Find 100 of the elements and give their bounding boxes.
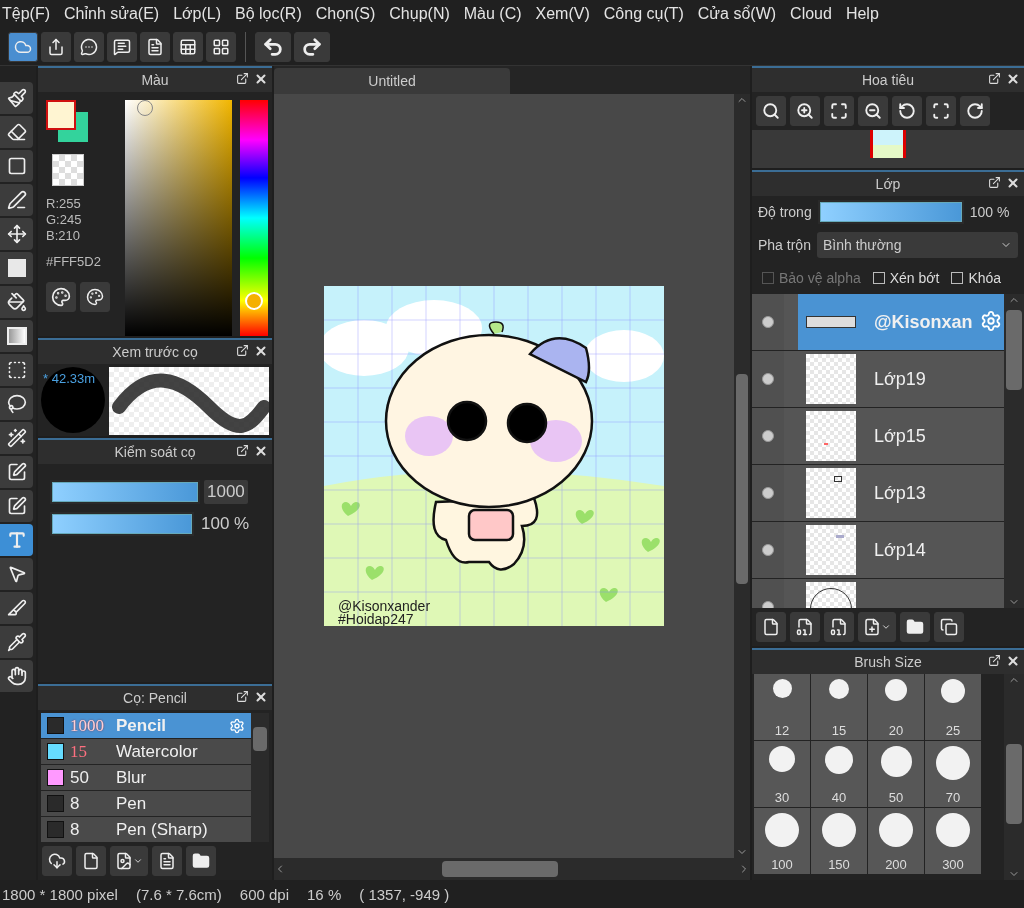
tool-button[interactable]: [0, 320, 33, 352]
brush-list-item[interactable]: 8 Pen: [41, 791, 251, 816]
tool-button[interactable]: [0, 150, 33, 182]
redo-button[interactable]: [294, 31, 330, 62]
1bit-layer-button[interactable]: [824, 612, 854, 642]
toolbar-button[interactable]: [140, 31, 170, 62]
scroll-thumb[interactable]: [253, 727, 267, 751]
brush-size-preset[interactable]: 200: [868, 808, 924, 874]
brush-size-preset[interactable]: 20: [868, 674, 924, 740]
layer-row[interactable]: Lớp13: [752, 465, 1004, 521]
layer-option-checkbox[interactable]: Khóa: [951, 270, 1002, 286]
settings-icon[interactable]: [980, 310, 1002, 332]
brush-size-preset[interactable]: 50: [868, 741, 924, 807]
scrollbar[interactable]: [251, 713, 269, 842]
palette-edit-button[interactable]: [80, 282, 110, 312]
brush-size-preset[interactable]: 150: [811, 808, 867, 874]
menu-item[interactable]: Chỉnh sửa(E): [57, 5, 167, 23]
hue-slider[interactable]: [240, 100, 268, 336]
visibility-toggle[interactable]: [762, 544, 774, 556]
undock-icon[interactable]: [236, 690, 249, 703]
menu-item[interactable]: Màu (C): [456, 5, 529, 23]
tool-button[interactable]: [0, 252, 33, 284]
checkbox[interactable]: [951, 272, 964, 284]
scrollbar[interactable]: [274, 858, 750, 880]
navigator-thumbnail[interactable]: [870, 130, 906, 158]
transparent-swatch[interactable]: [52, 154, 84, 186]
new-layer-button[interactable]: [756, 612, 786, 642]
undock-icon[interactable]: [988, 176, 1001, 189]
tool-button[interactable]: [0, 490, 33, 522]
value-field[interactable]: 1000: [204, 480, 248, 504]
menu-item[interactable]: Công cụ(T): [596, 5, 691, 23]
brush-size-preset[interactable]: 70: [925, 741, 981, 807]
navigator-button[interactable]: [892, 96, 922, 126]
tool-button[interactable]: [0, 660, 33, 692]
brush-size-preset[interactable]: 12: [754, 674, 810, 740]
menu-item[interactable]: Help: [838, 5, 886, 23]
tool-button[interactable]: [0, 354, 33, 386]
undock-icon[interactable]: [236, 344, 249, 357]
brush-size-preset[interactable]: 300: [925, 808, 981, 874]
navigator-button[interactable]: [790, 96, 820, 126]
brush-type-button[interactable]: [110, 846, 148, 876]
menu-item[interactable]: Tệp(F): [0, 5, 57, 23]
folder-button[interactable]: [900, 612, 930, 642]
toolbar-button[interactable]: [8, 31, 38, 62]
brush-list-item[interactable]: 50 Blur: [41, 765, 251, 790]
undo-button[interactable]: [255, 31, 291, 62]
tool-button[interactable]: [0, 116, 33, 148]
toolbar-button[interactable]: [206, 31, 236, 62]
scrollbar[interactable]: [1004, 674, 1024, 880]
visibility-toggle[interactable]: [762, 373, 774, 385]
menu-item[interactable]: Bộ lọc(R): [228, 5, 309, 23]
brush-size-preset[interactable]: 100: [754, 808, 810, 874]
menu-item[interactable]: Xem(V): [528, 5, 597, 23]
navigator-button[interactable]: [824, 96, 854, 126]
scroll-thumb[interactable]: [442, 861, 558, 877]
settings-icon[interactable]: [229, 717, 245, 734]
layer-row[interactable]: Lớp14: [752, 522, 1004, 578]
tool-button[interactable]: [0, 592, 33, 624]
scrollbar[interactable]: [734, 94, 750, 858]
cloud-download-button[interactable]: [42, 846, 72, 876]
visibility-toggle[interactable]: [762, 430, 774, 442]
toolbar-button[interactable]: [173, 31, 203, 62]
brush-list-item[interactable]: 15 Watercolor: [41, 739, 251, 764]
scroll-thumb[interactable]: [736, 374, 748, 584]
brush-size-preset[interactable]: 25: [925, 674, 981, 740]
toolbar-button[interactable]: [41, 31, 71, 62]
layer-option-checkbox[interactable]: Xén bớt: [872, 270, 940, 286]
scrollbar[interactable]: [1004, 294, 1024, 608]
undock-icon[interactable]: [236, 72, 249, 85]
toolbar-button[interactable]: [107, 31, 137, 62]
tool-button[interactable]: [0, 388, 33, 420]
close-icon[interactable]: [254, 72, 268, 86]
script-button[interactable]: [152, 846, 182, 876]
tool-button[interactable]: [0, 286, 33, 318]
scroll-thumb[interactable]: [1006, 310, 1022, 390]
tool-button[interactable]: [0, 82, 33, 114]
color-swatches[interactable]: [46, 100, 90, 142]
blend-mode-dropdown[interactable]: Bình thường: [816, 232, 1018, 258]
document-tab[interactable]: Untitled: [274, 68, 510, 94]
close-icon[interactable]: [1006, 72, 1020, 86]
brush-size-preset[interactable]: 30: [754, 741, 810, 807]
undock-icon[interactable]: [988, 654, 1001, 667]
palette-button[interactable]: [46, 282, 76, 312]
brush-size-preset[interactable]: 40: [811, 741, 867, 807]
new-brush-button[interactable]: [76, 846, 106, 876]
brush-list-item[interactable]: 8 Pen (Sharp): [41, 817, 251, 842]
undock-icon[interactable]: [988, 72, 1001, 85]
tool-button[interactable]: [0, 218, 33, 250]
brush-size-preset[interactable]: 15: [811, 674, 867, 740]
layer-row[interactable]: Lớp19: [752, 351, 1004, 407]
tool-button[interactable]: [0, 422, 33, 454]
checkbox[interactable]: [872, 272, 885, 284]
folder-button[interactable]: [186, 846, 216, 876]
tool-button[interactable]: [0, 558, 33, 590]
toolbar-button[interactable]: [74, 31, 104, 62]
undock-icon[interactable]: [236, 444, 249, 457]
tool-button[interactable]: [0, 184, 33, 216]
close-icon[interactable]: [254, 444, 268, 458]
menu-item[interactable]: Chọn(S): [308, 5, 383, 23]
navigator-button[interactable]: [926, 96, 956, 126]
